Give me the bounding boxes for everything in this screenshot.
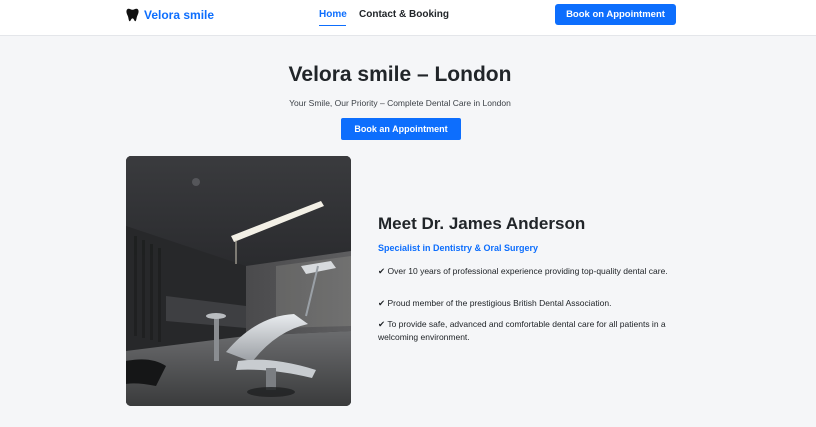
doctor-name: Meet Dr. James Anderson	[378, 214, 586, 233]
dental-clinic-illustration	[126, 156, 351, 406]
hero-subtitle: Your Smile, Our Priority – Complete Dent…	[289, 98, 511, 108]
membership-point: ✔ Proud member of the prestigious Britis…	[378, 298, 612, 308]
navbar: Velora smile Home Contact & Booking Book…	[0, 0, 816, 36]
hero-title: Velora smile – London	[288, 63, 512, 86]
active-nav-indicator	[319, 25, 346, 26]
nav-link-contact-booking[interactable]: Contact & Booking	[359, 9, 449, 20]
clinic-photo	[126, 156, 351, 406]
book-appointment-nav-button[interactable]: Book on Appointment	[555, 4, 676, 25]
tooth-icon	[126, 8, 139, 22]
nav-link-home[interactable]: Home	[319, 9, 347, 20]
brand-link[interactable]: Velora smile	[126, 7, 214, 23]
experience-point: ✔ Over 10 years of professional experien…	[378, 266, 668, 276]
doctor-specialty: Specialist in Dentistry & Oral Surgery	[378, 243, 539, 253]
mission-point: ✔ To provide safe, advanced and comforta…	[378, 319, 666, 342]
brand-name: Velora smile	[144, 8, 215, 22]
book-appointment-hero-button[interactable]: Book an Appointment	[341, 118, 461, 140]
